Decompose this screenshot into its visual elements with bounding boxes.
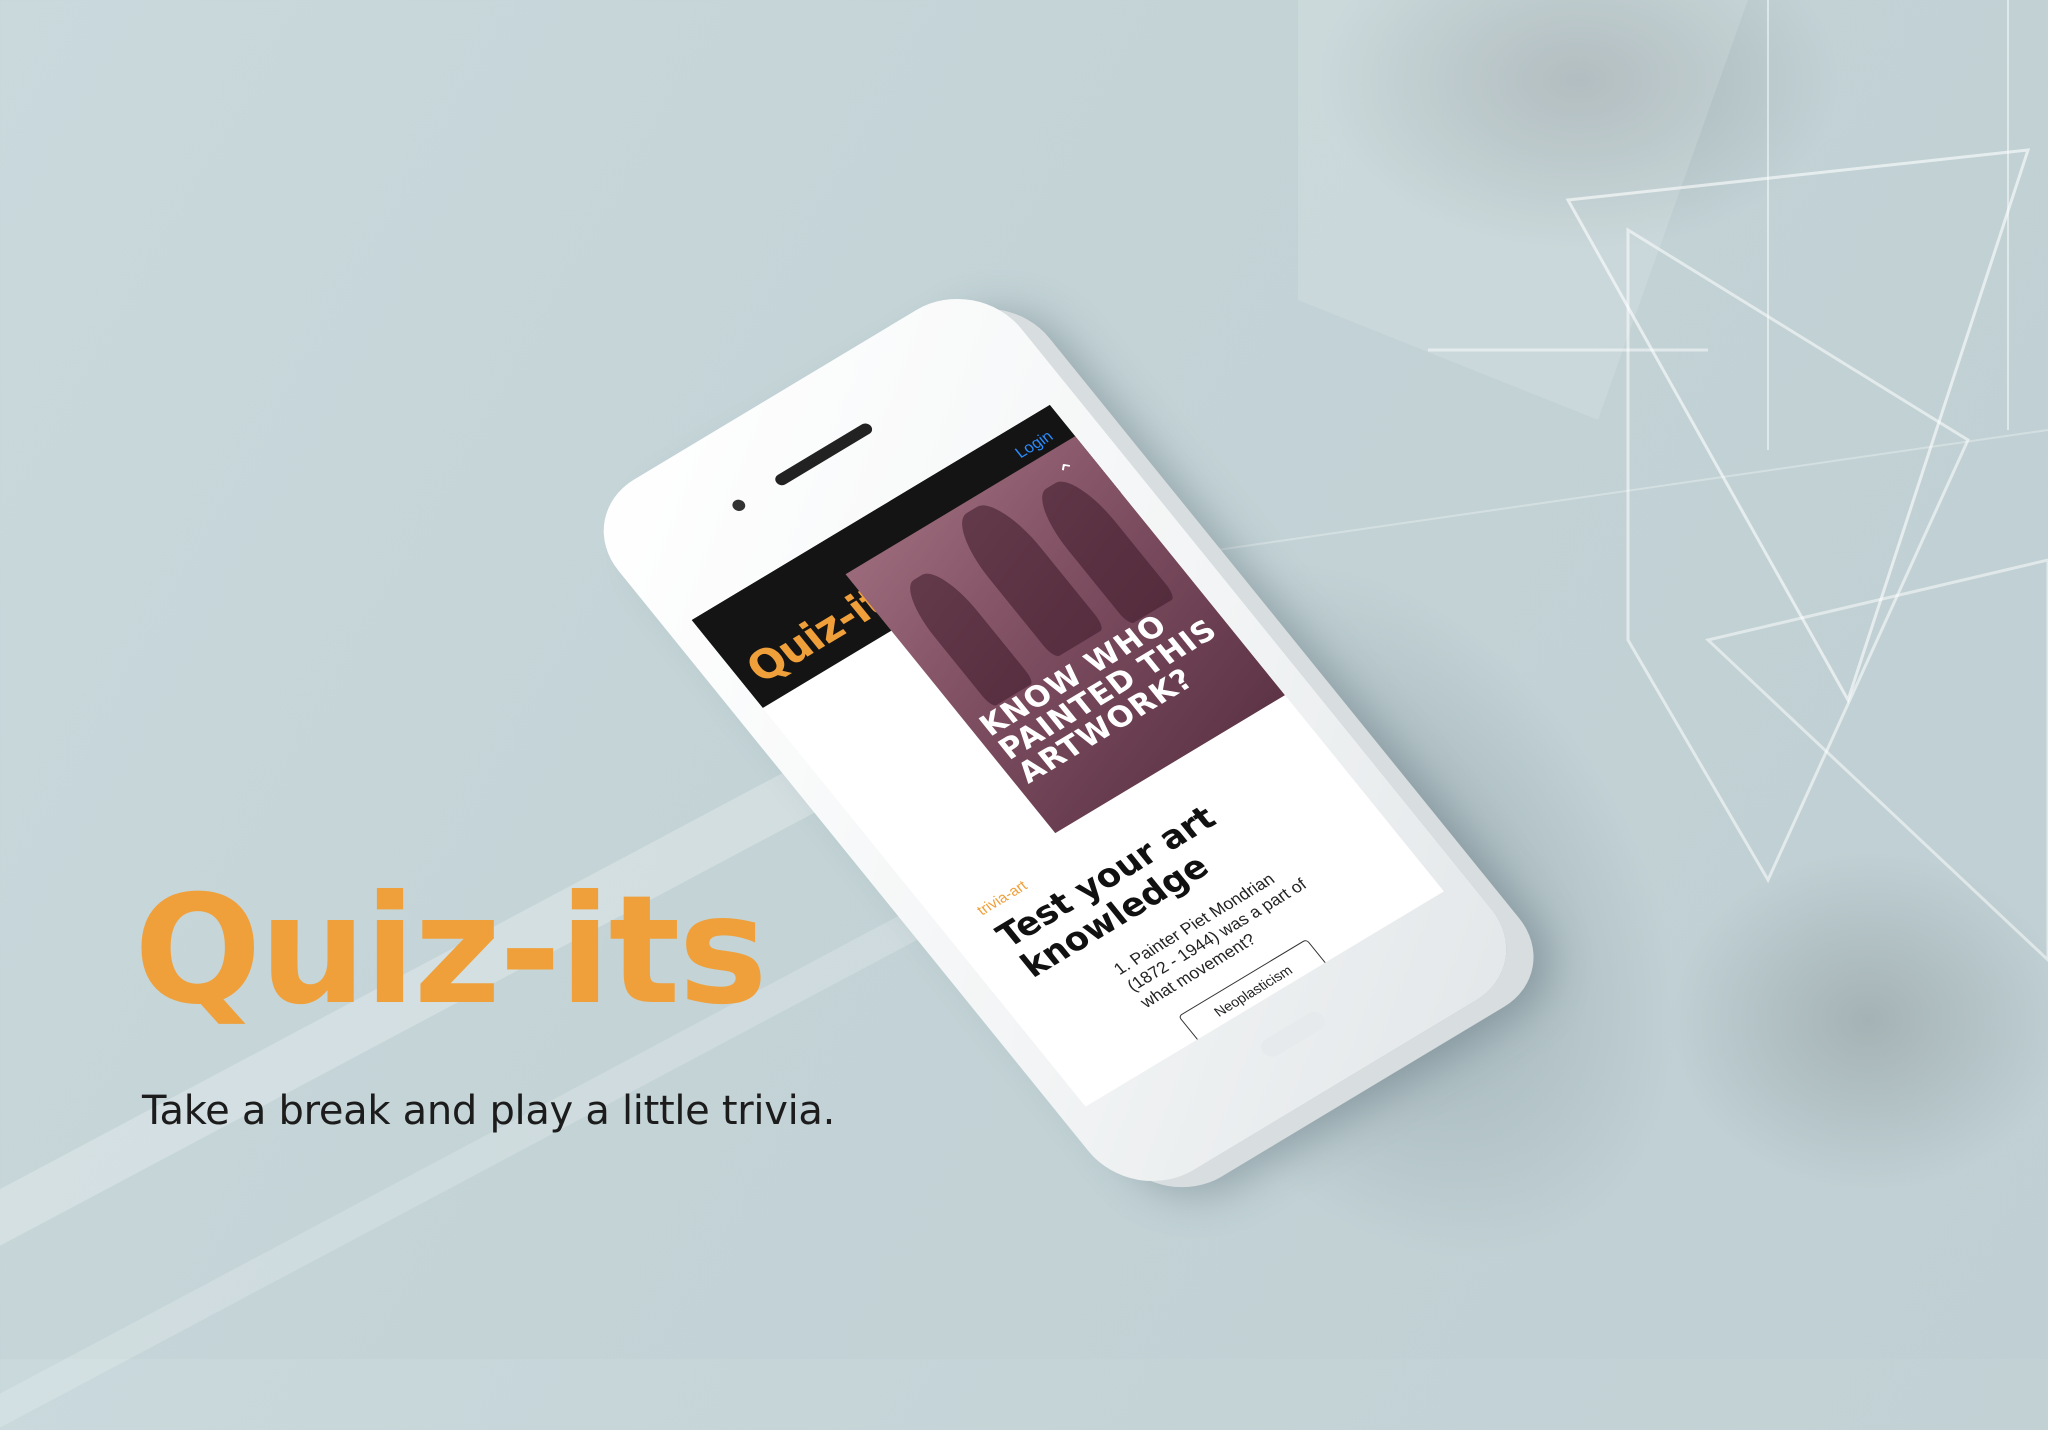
home-indicator (1256, 1008, 1330, 1061)
phone-mockup: Quiz-its Login ⌃ Know who painted this a… (470, 150, 1802, 1371)
camera-icon (729, 497, 748, 514)
hero-text: Know who painted this artwork? (972, 608, 1225, 791)
speaker-grille (772, 421, 875, 488)
